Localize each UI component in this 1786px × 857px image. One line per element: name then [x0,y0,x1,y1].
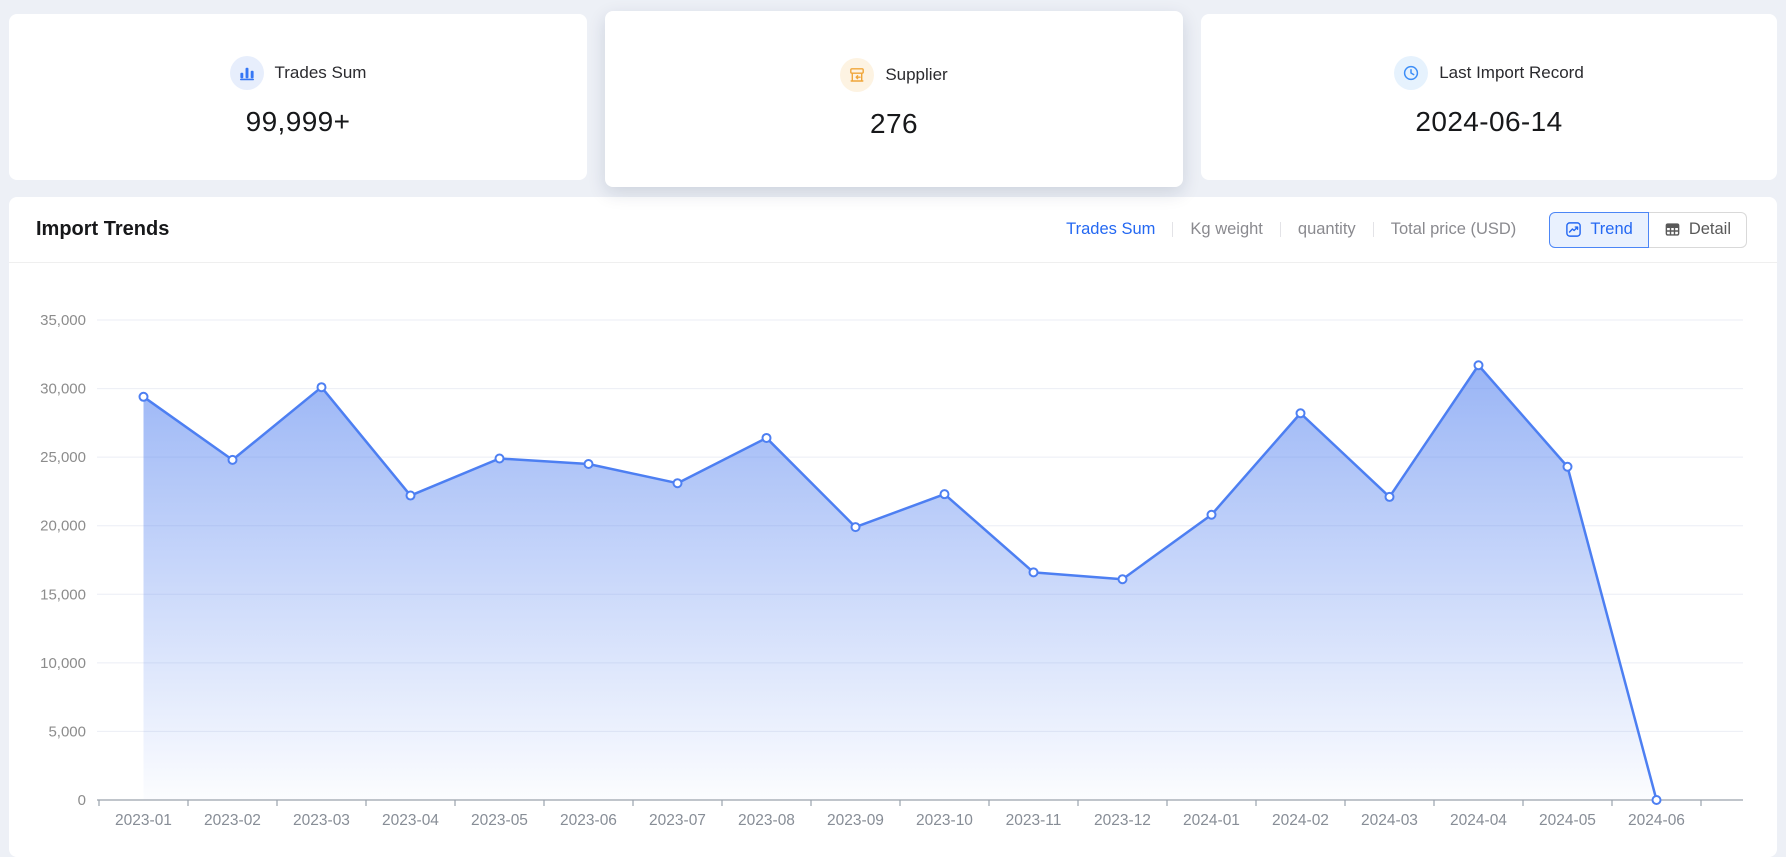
svg-text:2023-10: 2023-10 [916,812,973,829]
trend-button[interactable]: Trend [1549,212,1649,248]
metric-tabs: Trades Sum Kg weight quantity Total pric… [1049,220,1533,239]
trend-button-label: Trend [1590,220,1633,239]
svg-text:2023-02: 2023-02 [204,812,261,829]
svg-text:2024-05: 2024-05 [1539,812,1596,829]
stat-card-last-import-record[interactable]: Last Import Record 2024-06-14 [1201,14,1777,180]
stat-card-supplier[interactable]: Supplier 276 [605,11,1183,187]
svg-text:25,000: 25,000 [40,449,86,466]
stat-value: 2024-06-14 [1415,106,1562,138]
svg-text:2024-03: 2024-03 [1361,812,1418,829]
tab-total-price[interactable]: Total price (USD) [1374,220,1534,239]
table-icon [1664,221,1681,238]
svg-text:2023-09: 2023-09 [827,812,884,829]
tab-quantity[interactable]: quantity [1281,220,1373,239]
svg-text:15,000: 15,000 [40,586,86,603]
stat-value: 99,999+ [246,106,351,138]
svg-text:20,000: 20,000 [40,518,86,535]
svg-text:2023-03: 2023-03 [293,812,350,829]
panel-header: Import Trends Trades Sum Kg weight quant… [9,197,1777,263]
trend-chart-icon [1565,221,1582,238]
stat-value: 276 [870,108,918,140]
stat-label: Supplier [885,65,947,85]
svg-text:5,000: 5,000 [48,723,86,740]
detail-button[interactable]: Detail [1649,212,1747,248]
storefront-icon [840,58,874,92]
stat-card-trades-sum[interactable]: Trades Sum 99,999+ [9,14,587,180]
svg-text:0: 0 [78,792,86,809]
svg-text:10,000: 10,000 [40,655,86,672]
svg-text:2024-06: 2024-06 [1628,812,1685,829]
svg-text:2023-08: 2023-08 [738,812,795,829]
bar-chart-icon [230,56,264,90]
view-toggle: Trend Detail [1549,212,1747,248]
panel-title: Import Trends [36,218,169,241]
svg-text:2024-02: 2024-02 [1272,812,1329,829]
svg-text:2023-11: 2023-11 [1006,812,1062,829]
svg-text:2023-12: 2023-12 [1094,812,1151,829]
svg-text:2024-04: 2024-04 [1450,812,1507,829]
detail-button-label: Detail [1689,220,1731,239]
svg-text:2024-01: 2024-01 [1183,812,1240,829]
svg-text:30,000: 30,000 [40,381,86,398]
stat-label: Trades Sum [275,63,367,83]
svg-text:35,000: 35,000 [40,312,86,329]
trend-area-chart: 0 5,000 10,000 15,000 20,000 25,000 30,000 35,0… [9,263,1777,847]
svg-text:2023-06: 2023-06 [560,812,617,829]
stat-label: Last Import Record [1439,63,1584,83]
import-trends-panel: Import Trends Trades Sum Kg weight quant… [9,197,1777,857]
tab-kg-weight[interactable]: Kg weight [1173,220,1279,239]
svg-text:2023-07: 2023-07 [649,812,706,829]
svg-text:2023-04: 2023-04 [382,812,439,829]
svg-text:2023-05: 2023-05 [471,812,528,829]
clock-icon [1394,56,1428,90]
tab-trades-sum[interactable]: Trades Sum [1049,220,1172,239]
svg-text:2023-01: 2023-01 [115,812,172,829]
